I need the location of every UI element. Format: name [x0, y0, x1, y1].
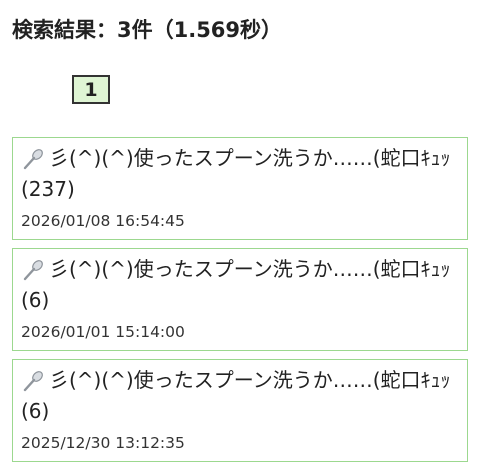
result-date: 2026/01/01 15:14:00 — [21, 323, 185, 341]
result-title: 彡(^)(^)使ったスプーン洗うか……(蛇口ｷｭｯ — [49, 368, 451, 392]
page-button-1[interactable]: 1 — [72, 75, 110, 104]
result-title-link[interactable]: 彡(^)(^)使ったスプーン洗うか……(蛇口ｷｭｯ — [21, 253, 459, 286]
result-item[interactable]: 彡(^)(^)使ったスプーン洗うか……(蛇口ｷｭｯ (6) 2025/12/30… — [12, 359, 468, 462]
result-count: (6) — [21, 399, 50, 423]
result-count: (6) — [21, 288, 50, 312]
result-title-link[interactable]: 彡(^)(^)使ったスプーン洗うか……(蛇口ｷｭｯ — [21, 364, 459, 397]
result-count: (237) — [21, 177, 75, 201]
result-title: 彡(^)(^)使ったスプーン洗うか……(蛇口ｷｭｯ — [49, 146, 451, 170]
spoon-icon — [23, 370, 43, 391]
spoon-icon — [23, 148, 43, 169]
result-item[interactable]: 彡(^)(^)使ったスプーン洗うか……(蛇口ｷｭｯ (6) 2026/01/01… — [12, 248, 468, 351]
result-title: 彡(^)(^)使ったスプーン洗うか……(蛇口ｷｭｯ — [49, 257, 451, 281]
result-date: 2025/12/30 13:12:35 — [21, 434, 185, 452]
spoon-icon — [23, 259, 43, 280]
result-title-link[interactable]: 彡(^)(^)使ったスプーン洗うか……(蛇口ｷｭｯ — [21, 142, 459, 175]
result-item[interactable]: 彡(^)(^)使ったスプーン洗うか……(蛇口ｷｭｯ (237) 2026/01/… — [12, 137, 468, 240]
search-summary: 検索結果：3件（1.569秒） — [12, 18, 283, 42]
results-list: 彡(^)(^)使ったスプーン洗うか……(蛇口ｷｭｯ (237) 2026/01/… — [12, 137, 468, 470]
result-date: 2026/01/08 16:54:45 — [21, 212, 185, 230]
pagination: 1 — [72, 75, 110, 104]
